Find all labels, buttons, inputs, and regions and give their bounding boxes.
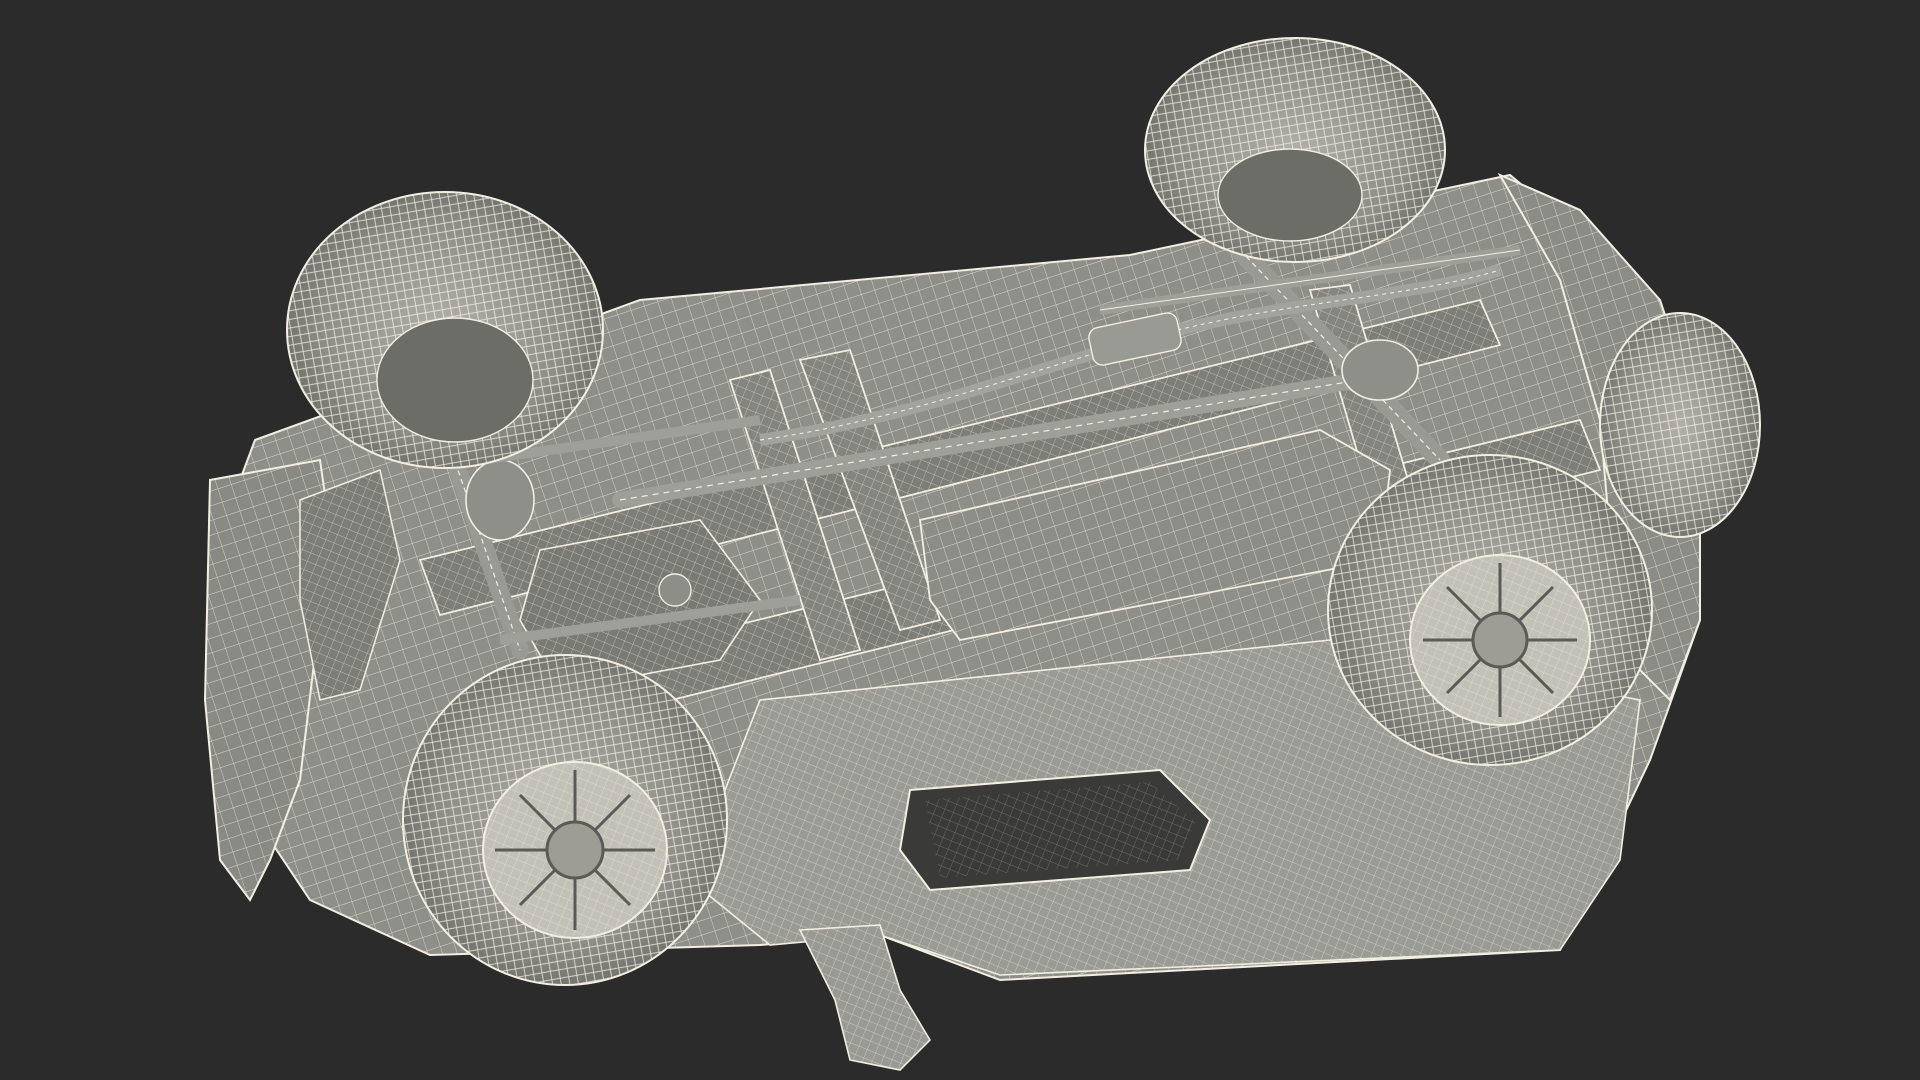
wheel-front-right <box>402 654 728 986</box>
door-opening <box>898 768 1212 892</box>
wheel-rear-left <box>1144 37 1446 263</box>
wheel-rear-right <box>1327 454 1653 766</box>
car-render <box>203 37 1761 1071</box>
render-viewport <box>0 0 1920 1080</box>
spare-tire <box>1599 312 1761 538</box>
wheel-front-left <box>286 191 604 469</box>
